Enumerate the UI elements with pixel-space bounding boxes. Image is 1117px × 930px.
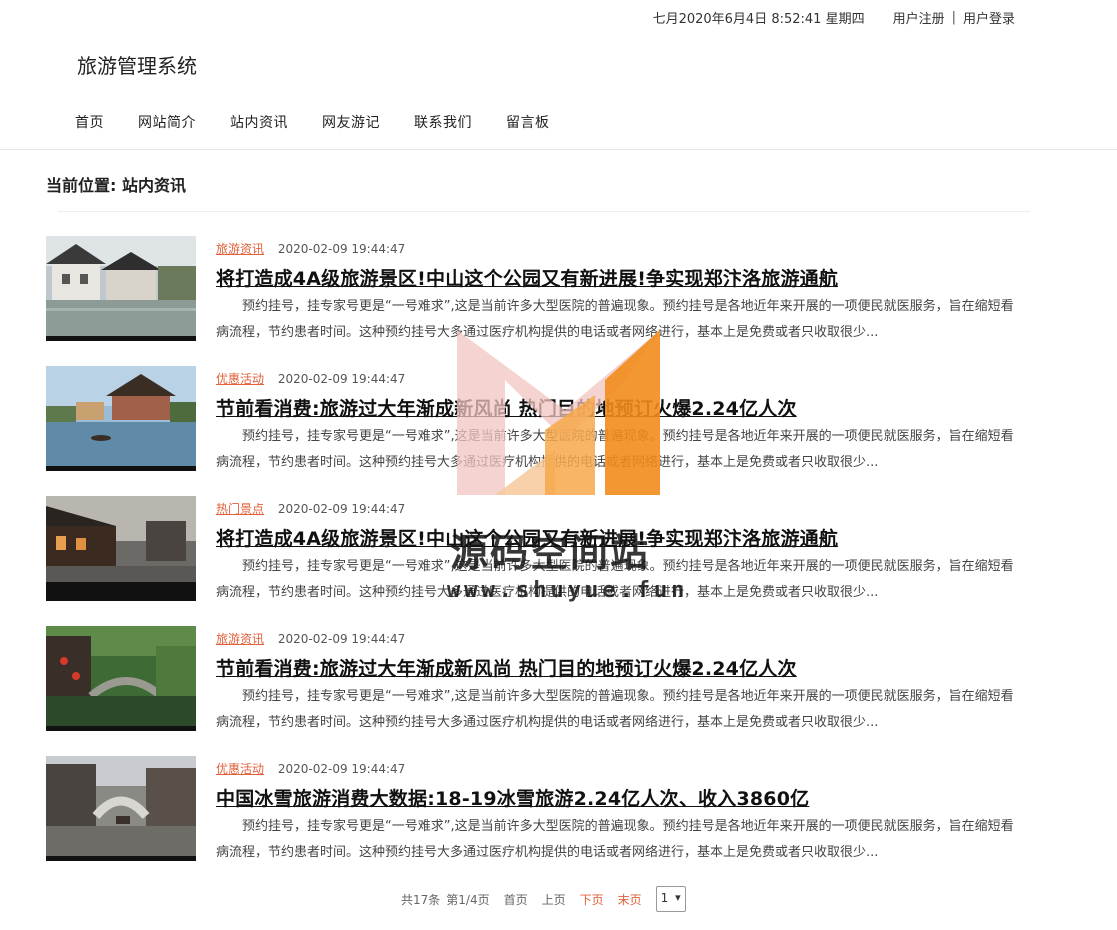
nav-item-about[interactable]: 网站简介: [121, 112, 213, 132]
site-title: 旅游管理系统: [77, 54, 197, 78]
watermark-title: 源码空间站: [450, 531, 651, 575]
main-nav: 首页 网站简介 站内资讯 网友游记 联系我们 留言板: [58, 112, 567, 132]
nav-item-travelogues[interactable]: 网友游记: [305, 112, 397, 132]
article-thumbnail[interactable]: [46, 236, 196, 341]
nav-item-home[interactable]: 首页: [58, 112, 121, 132]
nav-item-contact[interactable]: 联系我们: [397, 112, 489, 132]
article-date: 2020-02-09 19:44:47: [277, 242, 406, 256]
watermark-url: www.shuyue.fun: [447, 578, 689, 603]
article-meta: 热门景点 2020-02-09 19:44:47: [216, 500, 405, 517]
article-thumbnail[interactable]: [46, 366, 196, 471]
article-title[interactable]: 节前看消费:旅游过大年渐成新风尚 热门目的地预订火爆2.24亿人次: [216, 654, 797, 681]
login-link[interactable]: 用户登录: [963, 8, 1015, 27]
pagination-page-info: 第1/4页: [446, 892, 490, 907]
article-title[interactable]: 中国冰雪旅游消费大数据:18-19冰雪旅游2.24亿人次、收入3860亿: [216, 784, 809, 811]
pagination-last[interactable]: 末页: [618, 891, 642, 908]
article-category[interactable]: 优惠活动: [216, 762, 264, 776]
pagination-next[interactable]: 下页: [580, 891, 604, 908]
article-date: 2020-02-09 19:44:47: [277, 632, 406, 646]
article-summary: 预约挂号，挂专家号更是“一号难求”,这是当前许多大型医院的普遍现象。预约挂号是各…: [216, 819, 1014, 860]
article-category[interactable]: 旅游资讯: [216, 242, 264, 256]
pagination-first[interactable]: 首页: [504, 891, 528, 908]
pagination: 共17条 第1/4页 首页 上页 下页 末页 1: [401, 886, 686, 912]
list-item: 优惠活动 2020-02-09 19:44:47 节前看消费:旅游过大年渐成新风…: [46, 366, 1026, 496]
article-date: 2020-02-09 19:44:47: [277, 372, 406, 386]
article-date: 2020-02-09 19:44:47: [277, 502, 406, 516]
top-bar: 七月2020年6月4日 8:52:41 星期四 用户注册 | 用户登录: [653, 8, 1015, 27]
list-item: 优惠活动 2020-02-09 19:44:47 中国冰雪旅游消费大数据:18-…: [46, 756, 1026, 886]
article-title[interactable]: 将打造成4A级旅游景区!中山这个公园又有新进展!争实现郑汴洛旅游通航: [216, 264, 838, 291]
pagination-prev[interactable]: 上页: [542, 891, 566, 908]
page-select[interactable]: 1: [655, 886, 686, 912]
article-thumbnail[interactable]: [46, 496, 196, 601]
article-thumbnail[interactable]: [46, 756, 196, 861]
datetime-display: 七月2020年6月4日 8:52:41 星期四: [652, 12, 865, 27]
article-summary: 预约挂号，挂专家号更是“一号难求”,这是当前许多大型医院的普遍现象。预约挂号是各…: [216, 299, 1014, 340]
list-item: 旅游资讯 2020-02-09 19:44:47 将打造成4A级旅游景区!中山这…: [46, 236, 1026, 366]
breadcrumb: 当前位置: 站内资讯: [46, 176, 186, 195]
pagination-total: 共17条: [401, 892, 441, 907]
article-title[interactable]: 节前看消费:旅游过大年渐成新风尚 热门目的地预订火爆2.24亿人次: [216, 394, 797, 421]
top-separator: |: [951, 10, 956, 25]
article-date: 2020-02-09 19:44:47: [277, 762, 406, 776]
list-item: 旅游资讯 2020-02-09 19:44:47 节前看消费:旅游过大年渐成新风…: [46, 626, 1026, 756]
header-divider: [0, 149, 1117, 150]
nav-item-guestbook[interactable]: 留言板: [489, 112, 567, 132]
article-meta: 优惠活动 2020-02-09 19:44:47: [216, 370, 405, 387]
article-meta: 优惠活动 2020-02-09 19:44:47: [216, 760, 405, 777]
article-summary: 预约挂号，挂专家号更是“一号难求”,这是当前许多大型医院的普遍现象。预约挂号是各…: [216, 689, 1014, 730]
article-summary: 预约挂号，挂专家号更是“一号难求”,这是当前许多大型医院的普遍现象。预约挂号是各…: [216, 429, 1014, 470]
article-meta: 旅游资讯 2020-02-09 19:44:47: [216, 240, 405, 257]
article-meta: 旅游资讯 2020-02-09 19:44:47: [216, 630, 405, 647]
breadcrumb-divider: [58, 211, 1030, 212]
register-link[interactable]: 用户注册: [893, 8, 945, 27]
article-category[interactable]: 优惠活动: [216, 372, 264, 386]
nav-item-news[interactable]: 站内资讯: [213, 112, 305, 132]
article-category[interactable]: 热门景点: [216, 502, 264, 516]
article-category[interactable]: 旅游资讯: [216, 632, 264, 646]
article-thumbnail[interactable]: [46, 626, 196, 731]
